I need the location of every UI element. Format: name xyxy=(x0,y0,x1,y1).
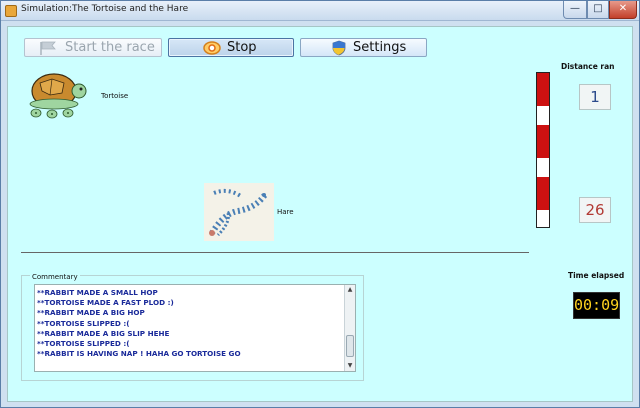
race-panel: Start the race Stop Settings Tortoise Ha… xyxy=(7,26,633,402)
start-race-label: Start the race xyxy=(65,40,155,55)
start-race-button[interactable]: Start the race xyxy=(24,38,162,57)
settings-button[interactable]: Settings xyxy=(300,38,427,57)
distance-ran-label: Distance ran xyxy=(561,62,615,71)
app-window: Simulation:The Tortoise and the Hare — □… xyxy=(0,0,640,408)
log-line: **RABBIT MADE A BIG SLIP HEHE xyxy=(37,328,170,338)
commentary-scrollbar[interactable]: ▲ ▼ xyxy=(344,285,355,371)
log-line: **TORTOISE SLIPPED :( xyxy=(37,339,130,349)
scroll-thumb[interactable] xyxy=(346,335,354,357)
tortoise-image xyxy=(29,73,87,119)
minimize-button[interactable]: — xyxy=(563,1,587,19)
tortoise-label: Tortoise xyxy=(101,92,129,100)
log-line: **TORTOISE MADE A FAST PLOD :) xyxy=(37,298,174,308)
log-line: **RABBIT MADE A SMALL HOP xyxy=(37,288,158,297)
window-title: Simulation:The Tortoise and the Hare xyxy=(21,4,189,14)
finish-pole xyxy=(536,72,550,228)
time-elapsed-display: 00:09 xyxy=(573,292,620,319)
time-elapsed-label: Time elapsed xyxy=(568,271,625,280)
app-icon xyxy=(5,5,17,17)
scroll-down-icon[interactable]: ▼ xyxy=(345,361,355,371)
log-line: **RABBIT MADE A BIG HOP xyxy=(37,308,145,318)
commentary-log[interactable]: **RABBIT MADE A SMALL HOP **TORTOISE MAD… xyxy=(34,284,356,372)
flag-icon xyxy=(40,41,56,55)
commentary-title: Commentary xyxy=(30,273,80,281)
log-line: **TORTOISE SLIPPED :( xyxy=(37,318,130,328)
stop-button[interactable]: Stop xyxy=(168,38,294,57)
track-divider xyxy=(21,252,529,253)
hare-image xyxy=(204,183,274,241)
commentary-panel: Commentary **RABBIT MADE A SMALL HOP **T… xyxy=(21,273,364,381)
maximize-button[interactable]: □ xyxy=(587,1,609,19)
tortoise-distance: 1 xyxy=(579,84,611,110)
stop-label: Stop xyxy=(227,40,257,55)
close-button[interactable]: ✕ xyxy=(609,1,637,19)
log-line: **RABBIT IS HAVING NAP ! HAHA GO TORTOIS… xyxy=(37,349,241,359)
title-bar[interactable]: Simulation:The Tortoise and the Hare — □… xyxy=(1,1,639,21)
commentary-lines: **RABBIT MADE A SMALL HOP **TORTOISE MAD… xyxy=(37,288,343,359)
hare-label: Hare xyxy=(277,208,294,216)
settings-label: Settings xyxy=(353,40,407,55)
hare-distance: 26 xyxy=(579,197,611,223)
stop-icon xyxy=(203,40,221,55)
scroll-up-icon[interactable]: ▲ xyxy=(345,285,355,295)
shield-icon xyxy=(332,40,346,55)
